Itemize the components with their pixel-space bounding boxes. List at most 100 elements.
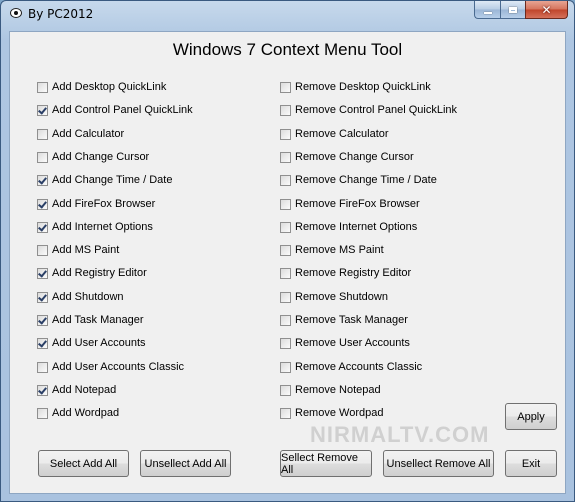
page-title: Windows 7 Context Menu Tool <box>172 40 403 59</box>
add-option-label: Add Notepad <box>52 384 117 396</box>
remove-option-label: Remove Shutdown <box>295 291 388 303</box>
remove-checkbox[interactable] <box>280 314 291 326</box>
add-option-label: Add Change Time / Date <box>52 174 173 186</box>
remove-option-row[interactable]: Remove Registry Editor <box>280 266 411 280</box>
remove-checkbox[interactable] <box>280 407 291 419</box>
add-checkbox[interactable] <box>37 221 48 233</box>
add-checkbox[interactable] <box>37 174 48 186</box>
add-option-label: Add Shutdown <box>52 291 124 303</box>
add-option-label: Add User Accounts <box>52 337 146 349</box>
add-option-row[interactable]: Add FireFox Browser <box>37 197 155 211</box>
add-option-row[interactable]: Add Desktop QuickLink <box>37 80 166 94</box>
add-checkbox[interactable] <box>37 361 48 373</box>
add-checkbox[interactable] <box>37 128 48 140</box>
add-checkbox[interactable] <box>37 151 48 163</box>
remove-checkbox[interactable] <box>280 198 291 210</box>
add-option-label: Add MS Paint <box>52 244 120 256</box>
remove-option-row[interactable]: Remove Calculator <box>280 127 389 141</box>
remove-option-label: Remove MS Paint <box>295 244 384 256</box>
add-option-row[interactable]: Add Notepad <box>37 383 116 397</box>
minimize-button[interactable] <box>474 1 500 19</box>
exit-button[interactable]: Exit <box>505 450 557 477</box>
remove-option-row[interactable]: Remove Wordpad <box>280 406 383 420</box>
select-remove-all-button[interactable]: Sellect Remove All <box>280 450 372 477</box>
unselect-add-all-button[interactable]: Unsellect Add All <box>140 450 231 477</box>
add-option-row[interactable]: Add Calculator <box>37 127 124 141</box>
app-window: By PC2012 ✕ Windows 7 Context Menu Tool … <box>0 0 575 502</box>
remove-option-row[interactable]: Remove User Accounts <box>280 336 410 350</box>
add-option-row[interactable]: Add Wordpad <box>37 406 119 420</box>
window-title: By PC2012 <box>28 7 94 21</box>
remove-checkbox[interactable] <box>280 337 291 349</box>
remove-option-label: Remove Wordpad <box>295 407 384 419</box>
remove-option-row[interactable]: Remove Internet Options <box>280 220 417 234</box>
add-option-row[interactable]: Add Internet Options <box>37 220 153 234</box>
add-option-row[interactable]: Add Change Time / Date <box>37 173 172 187</box>
remove-option-label: Remove Control Panel QuickLink <box>295 104 458 116</box>
apply-button[interactable]: Apply <box>505 403 557 430</box>
add-option-label: Add FireFox Browser <box>52 198 156 210</box>
remove-checkbox[interactable] <box>280 291 291 303</box>
remove-option-row[interactable]: Remove Control Panel QuickLink <box>280 103 457 117</box>
add-checkbox[interactable] <box>37 244 48 256</box>
add-checkbox[interactable] <box>37 104 48 116</box>
add-checkbox[interactable] <box>37 81 48 93</box>
remove-option-label: Remove Change Time / Date <box>295 174 437 186</box>
remove-checkbox[interactable] <box>280 244 291 256</box>
remove-option-label: Remove User Accounts <box>295 337 410 349</box>
remove-checkbox[interactable] <box>280 174 291 186</box>
add-checkbox[interactable] <box>37 291 48 303</box>
title-bar[interactable]: By PC2012 ✕ <box>1 1 574 27</box>
remove-checkbox[interactable] <box>280 104 291 116</box>
add-option-row[interactable]: Add Registry Editor <box>37 266 147 280</box>
select-add-all-button[interactable]: Select Add All <box>38 450 129 477</box>
remove-checkbox[interactable] <box>280 267 291 279</box>
remove-checkbox[interactable] <box>280 151 291 163</box>
app-eye-icon <box>10 8 22 18</box>
add-option-row[interactable]: Add Change Cursor <box>37 150 149 164</box>
add-option-row[interactable]: Add Control Panel QuickLink <box>37 103 193 117</box>
remove-option-label: Remove Task Manager <box>295 314 408 326</box>
add-option-label: Add Task Manager <box>52 314 144 326</box>
remove-option-row[interactable]: Remove MS Paint <box>280 243 384 257</box>
add-option-row[interactable]: Add User Accounts Classic <box>37 360 184 374</box>
add-checkbox[interactable] <box>37 267 48 279</box>
remove-option-row[interactable]: Remove Notepad <box>280 383 381 397</box>
add-option-row[interactable]: Add User Accounts <box>37 336 146 350</box>
maximize-button[interactable] <box>500 1 525 19</box>
remove-option-label: Remove Notepad <box>295 384 381 396</box>
add-option-label: Add Registry Editor <box>52 267 147 279</box>
remove-checkbox[interactable] <box>280 221 291 233</box>
remove-option-row[interactable]: Remove Shutdown <box>280 290 388 304</box>
add-option-row[interactable]: Add Shutdown <box>37 290 124 304</box>
remove-option-row[interactable]: Remove Desktop QuickLink <box>280 80 431 94</box>
remove-option-label: Remove Change Cursor <box>295 151 414 163</box>
remove-option-row[interactable]: Remove Change Time / Date <box>280 173 437 187</box>
watermark-text: NIRMALTV.COM <box>310 422 490 447</box>
remove-option-row[interactable]: Remove FireFox Browser <box>280 197 420 211</box>
unselect-remove-all-button[interactable]: Unsellect Remove All <box>383 450 494 477</box>
client-area: Windows 7 Context Menu Tool Add Desktop … <box>9 31 566 494</box>
add-checkbox[interactable] <box>37 314 48 326</box>
remove-checkbox[interactable] <box>280 81 291 93</box>
remove-option-label: Remove Desktop QuickLink <box>295 81 431 93</box>
add-checkbox[interactable] <box>37 198 48 210</box>
remove-option-label: Remove FireFox Browser <box>295 198 420 210</box>
add-option-label: Add Wordpad <box>52 407 120 419</box>
remove-checkbox[interactable] <box>280 128 291 140</box>
add-option-label: Add User Accounts Classic <box>52 361 185 373</box>
remove-option-row[interactable]: Remove Change Cursor <box>280 150 414 164</box>
add-checkbox[interactable] <box>37 384 48 396</box>
remove-option-label: Remove Registry Editor <box>295 267 412 279</box>
add-option-row[interactable]: Add Task Manager <box>37 313 144 327</box>
add-option-label: Add Change Cursor <box>52 151 150 163</box>
remove-checkbox[interactable] <box>280 384 291 396</box>
close-button[interactable]: ✕ <box>525 1 568 19</box>
add-option-label: Add Desktop QuickLink <box>52 81 167 93</box>
add-option-row[interactable]: Add MS Paint <box>37 243 119 257</box>
remove-option-row[interactable]: Remove Accounts Classic <box>280 360 422 374</box>
add-checkbox[interactable] <box>37 337 48 349</box>
remove-option-row[interactable]: Remove Task Manager <box>280 313 408 327</box>
add-checkbox[interactable] <box>37 407 48 419</box>
remove-checkbox[interactable] <box>280 361 291 373</box>
